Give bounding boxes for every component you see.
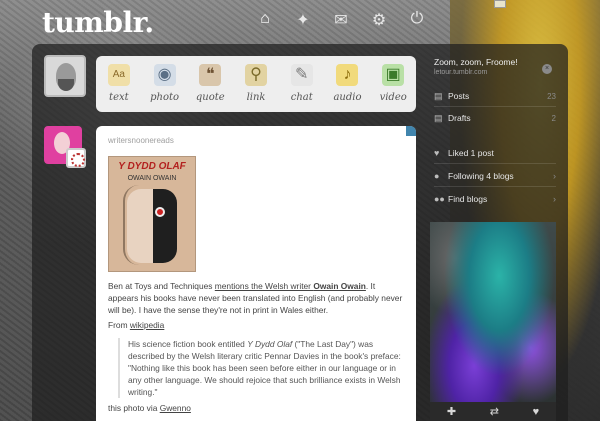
post-type-quote[interactable]: ❝ quote — [187, 56, 233, 112]
compass-icon[interactable]: ✦ — [294, 10, 312, 30]
owain-owain-link[interactable]: Owain Owain — [313, 281, 366, 291]
book-author: OWAIN OWAIN — [127, 175, 177, 182]
post-type-chat[interactable]: ✎ chat — [279, 56, 325, 112]
post-type-text[interactable]: Aa text — [96, 56, 142, 112]
post-card: writersnoonereads Y DYDD OLAF OWAIN OWAI… — [96, 126, 416, 421]
sidebar-item-drafts[interactable]: ▤ Drafts 2 — [434, 108, 556, 128]
heart-icon: ♥ — [434, 148, 440, 158]
sidebar-item-posts[interactable]: ▤ Posts 23 — [434, 86, 556, 106]
blog-settings-icon[interactable]: × — [542, 64, 552, 74]
heart-icon[interactable]: ♥ — [533, 406, 540, 418]
link-icon: ⚲ — [245, 64, 268, 86]
mention-link[interactable]: mentions the Welsh writer — [215, 281, 314, 291]
radar-actions: ✚ ⇄ ♥ — [430, 402, 556, 421]
post-type-bar: Aa text ◉ photo ❝ quote ⚲ link ✎ chat ♪ … — [96, 56, 416, 112]
post-blockquote: His science fiction book entitled Y Dydd… — [118, 338, 410, 398]
power-icon[interactable]: ⏻ — [408, 10, 426, 30]
quote-icon: ❝ — [199, 64, 222, 86]
text-icon: Aa — [107, 64, 130, 86]
video-icon: ▣ — [382, 64, 405, 86]
posts-icon: ▤ — [434, 90, 443, 101]
post-corner-fold — [406, 126, 416, 136]
photo-icon: ◉ — [153, 64, 176, 86]
post-type-video[interactable]: ▣ video — [370, 56, 416, 112]
book-title: Y DYDD OLAF — [118, 161, 186, 172]
my-avatar[interactable] — [44, 55, 86, 97]
home-icon[interactable]: ⌂ — [256, 10, 274, 30]
find-blogs-icon: ●● — [434, 194, 445, 204]
post-source-line: From wikipedia — [108, 320, 165, 330]
post-type-photo[interactable]: ◉ photo — [142, 56, 188, 112]
post-paragraph-1: Ben at Toys and Techniques mentions the … — [108, 281, 403, 315]
wikipedia-link[interactable]: wikipedia — [130, 320, 164, 330]
sidebar-item-likes[interactable]: ♥ Liked 1 post — [434, 143, 556, 163]
post-author-name[interactable]: writersnoonereads — [108, 136, 174, 145]
tumblr-logo[interactable]: tumblr. — [42, 6, 154, 39]
post-photo[interactable]: Y DYDD OLAF OWAIN OWAIN — [108, 156, 196, 272]
chevron-right-icon: › — [553, 194, 556, 204]
sidebar-item-find-blogs[interactable]: ●● Find blogs › — [434, 189, 556, 209]
audio-icon: ♪ — [336, 64, 359, 86]
inbox-icon[interactable]: ✉ — [332, 10, 350, 30]
plus-icon[interactable]: ✚ — [447, 405, 456, 418]
post-type-link[interactable]: ⚲ link — [233, 56, 279, 112]
gwenno-link[interactable]: Gwenno — [160, 403, 191, 413]
mini-notice[interactable] — [494, 0, 506, 8]
reblog-source-avatar[interactable] — [66, 148, 86, 168]
blog-url[interactable]: letour.tumblr.com — [434, 69, 560, 76]
blog-header[interactable]: Zoom, zoom, Froome! letour.tumblr.com — [434, 57, 560, 76]
user-icon: ● — [434, 171, 440, 181]
top-bar: tumblr. ⌂ ✦ ✉ ⚙ ⏻ — [0, 0, 600, 42]
radar-image[interactable] — [430, 222, 556, 402]
blog-title[interactable]: Zoom, zoom, Froome! — [434, 57, 560, 67]
top-nav: ⌂ ✦ ✉ ⚙ ⏻ — [256, 10, 426, 30]
reblog-icon[interactable]: ⇄ — [490, 405, 499, 418]
gear-icon[interactable]: ⚙ — [370, 10, 388, 30]
drafts-icon: ▤ — [434, 112, 443, 123]
post-type-audio[interactable]: ♪ audio — [325, 56, 371, 112]
sidebar-item-following[interactable]: ● Following 4 blogs › — [434, 166, 556, 186]
chevron-right-icon: › — [553, 171, 556, 181]
post-via-line: this photo via Gwenno — [108, 403, 191, 413]
chat-icon: ✎ — [290, 64, 313, 86]
